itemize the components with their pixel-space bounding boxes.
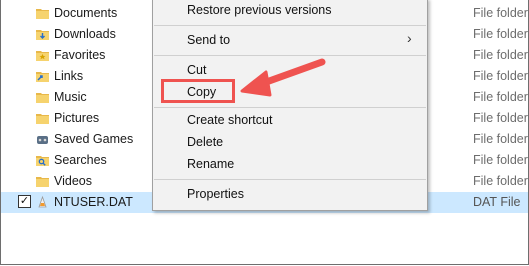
file-name: Links	[54, 69, 84, 83]
menu-separator	[154, 25, 426, 26]
file-name: Downloads	[54, 27, 116, 41]
menu-separator	[154, 107, 426, 108]
file-name: Favorites	[54, 48, 106, 62]
menu-item-label: Cut	[187, 63, 207, 77]
saved-games-folder-icon	[35, 132, 50, 146]
menu-item-label: Send to	[187, 33, 231, 47]
annotation-arrow-icon	[240, 58, 326, 97]
menu-item-label: Delete	[187, 135, 224, 149]
file-name: Pictures	[54, 111, 100, 125]
favorites-folder-icon	[35, 48, 50, 62]
menu-item-label: Create shortcut	[187, 113, 273, 127]
menu-item-label: Restore previous versions	[187, 3, 332, 17]
folder-icon	[35, 90, 50, 104]
menu-item-label: Properties	[187, 187, 244, 201]
menu-item-rename[interactable]: Rename	[153, 153, 427, 175]
downloads-folder-icon	[35, 27, 50, 41]
menu-separator	[154, 179, 426, 180]
links-folder-icon	[35, 69, 50, 83]
file-name: Videos	[54, 174, 92, 188]
context-menu: Restore previous versions Send to › Cut …	[152, 0, 428, 211]
file-type: File folder	[473, 69, 528, 83]
dat-file-icon	[35, 195, 50, 209]
file-type: File folder	[473, 153, 528, 167]
file-type: DAT File	[473, 195, 521, 209]
copy-highlight-box	[161, 79, 235, 103]
file-type: File folder	[473, 90, 528, 104]
folder-icon	[35, 111, 50, 125]
file-name: Documents	[54, 6, 118, 20]
file-name: Music	[54, 90, 87, 104]
folder-icon	[35, 174, 50, 188]
file-type: File folder	[473, 174, 528, 188]
file-type: File folder	[473, 111, 528, 125]
file-type: File folder	[473, 48, 528, 62]
menu-item-properties[interactable]: Properties	[153, 183, 427, 205]
file-type: File folder	[473, 132, 528, 146]
file-type: File folder	[473, 6, 528, 20]
file-name: Searches	[54, 153, 107, 167]
selection-checkbox[interactable]: ✓	[18, 195, 31, 208]
file-type: File folder	[473, 27, 528, 41]
menu-item-create-shortcut[interactable]: Create shortcut	[153, 109, 427, 131]
chevron-right-icon: ›	[407, 30, 412, 46]
menu-item-delete[interactable]: Delete	[153, 131, 427, 153]
file-name: Saved Games	[54, 132, 134, 146]
menu-item-send-to[interactable]: Send to ›	[153, 29, 427, 51]
menu-item-label: Rename	[187, 157, 235, 171]
menu-item-restore-previous-versions[interactable]: Restore previous versions	[153, 0, 427, 21]
file-name: NTUSER.DAT	[54, 195, 133, 209]
folder-icon	[35, 6, 50, 20]
searches-folder-icon	[35, 153, 50, 167]
